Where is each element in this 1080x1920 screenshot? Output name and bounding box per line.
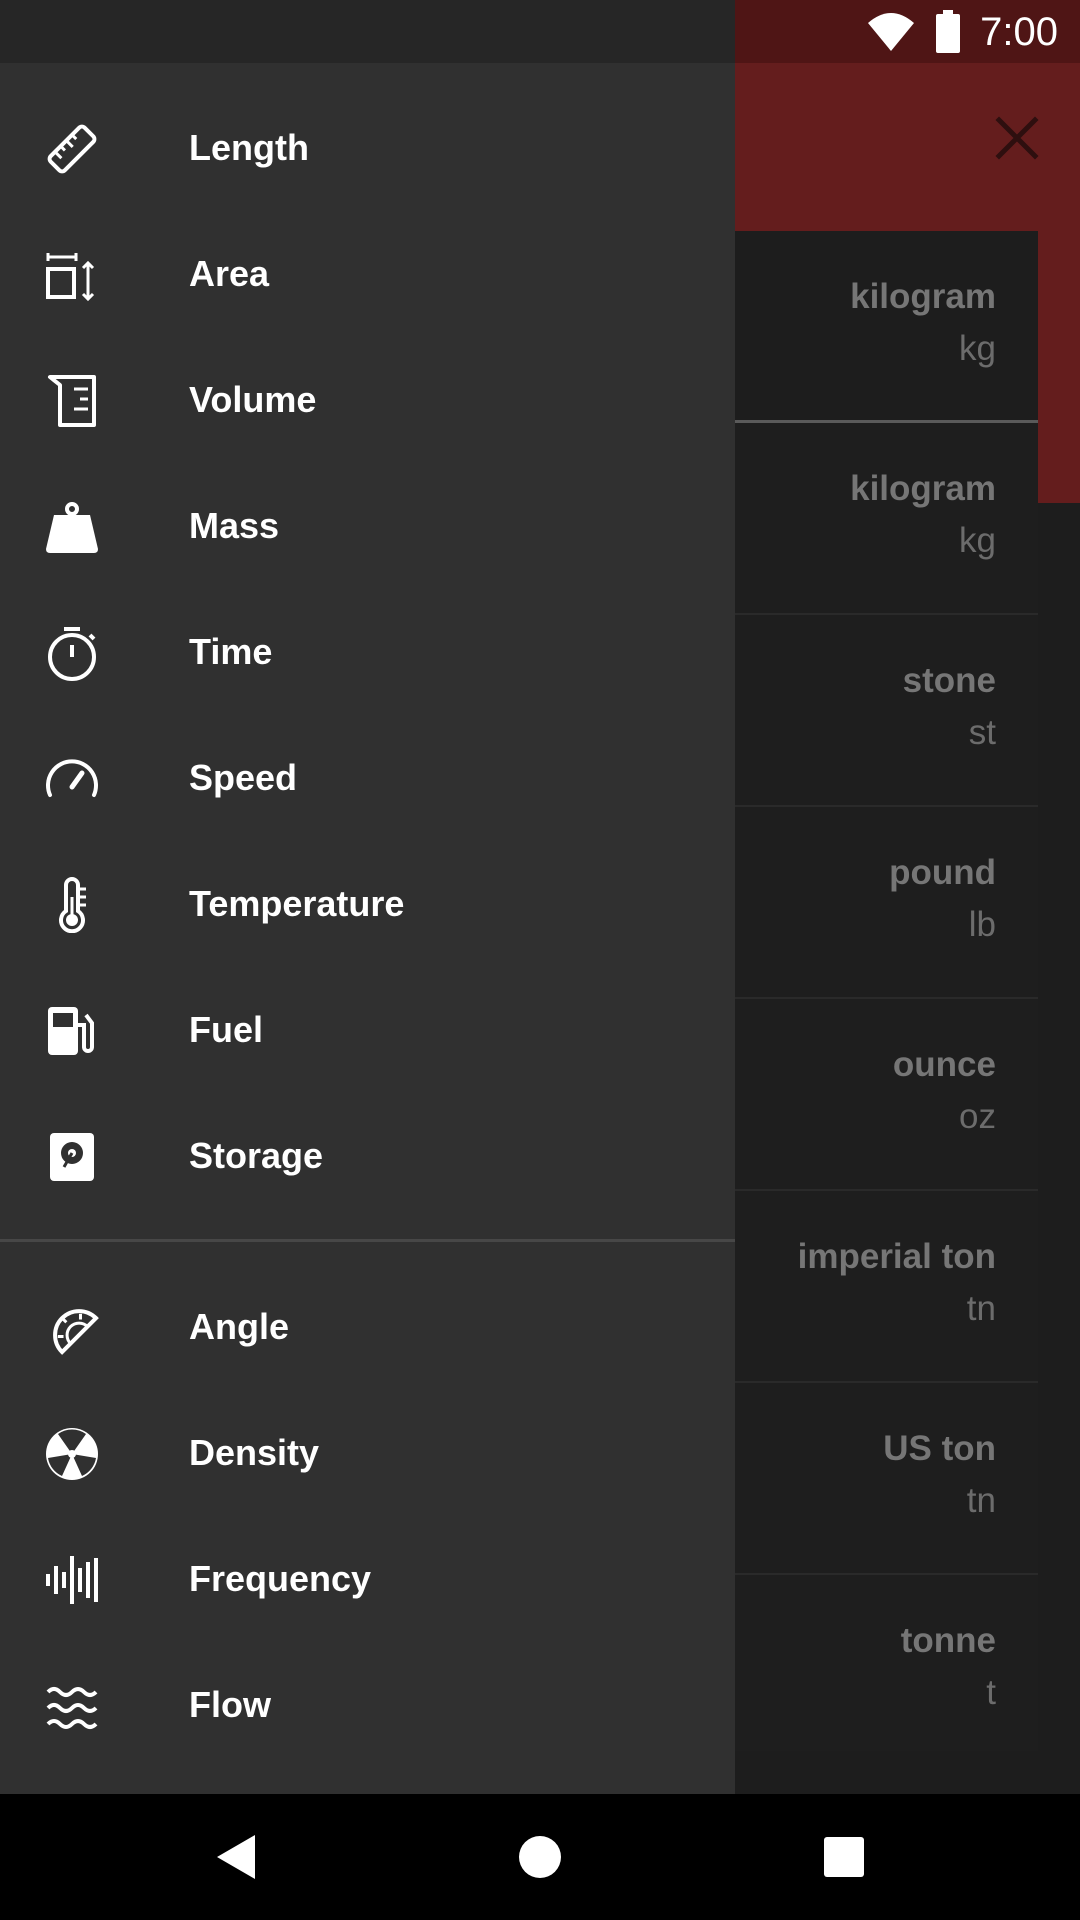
hard-drive-icon [44,1129,100,1185]
unit-abbr: st [968,713,996,752]
drawer-item-label: Time [189,631,273,672]
unit-abbr: tn [966,1481,996,1520]
drawer-status-scrim [0,0,735,63]
drawer-item-frequency[interactable]: Frequency [0,1515,735,1641]
fuel-pump-icon [44,1003,100,1059]
drawer-item-label: Mass [189,505,280,546]
area-icon [44,247,100,303]
back-icon[interactable] [203,1824,269,1890]
home-icon[interactable] [507,1824,573,1890]
drawer-item-storage[interactable]: Storage [0,1092,735,1218]
drawer-item-density[interactable]: Density [0,1389,735,1515]
unit-abbr: kg [959,521,996,560]
system-navigation-bar [0,1794,1080,1920]
battery-icon [936,10,961,53]
drawer-item-area[interactable]: Area [0,210,735,336]
drawer-item-time[interactable]: Time [0,588,735,714]
unit-name: kilogram [850,469,996,508]
close-icon[interactable] [982,103,1052,173]
unit-abbr: kg [959,329,996,368]
waves-icon [44,1678,100,1734]
drawer-item-mass[interactable]: Mass [0,462,735,588]
drawer-divider [0,1239,735,1242]
drawer-item-label: Length [189,127,309,168]
status-icons: 7:00 [866,8,1058,56]
drawer-item-temperature[interactable]: Temperature [0,840,735,966]
drawer-item-fuel[interactable]: Fuel [0,966,735,1092]
beaker-icon [44,373,100,429]
drawer-item-label: Frequency [189,1558,372,1599]
unit-abbr: oz [959,1097,996,1136]
unit-name: US ton [883,1429,996,1468]
clock: 7:00 [980,9,1058,54]
unit-name: imperial ton [797,1237,996,1276]
drawer-item-label: Temperature [189,883,405,924]
stopwatch-icon [44,625,100,681]
weight-icon [44,499,100,555]
drawer-item-label: Density [189,1432,320,1473]
drawer-item-length[interactable]: Length [0,84,735,210]
waveform-icon [44,1552,100,1608]
unit-name: ounce [892,1045,996,1084]
drawer-item-speed[interactable]: Speed [0,714,735,840]
drawer-item-label: Area [189,253,270,294]
thermometer-icon [44,877,100,933]
drawer-item-flow[interactable]: Flow [0,1641,735,1767]
navigation-drawer: Length Area Volume Mass Time Speed Tempe… [0,0,735,1794]
unit-name: kilogram [850,277,996,316]
drawer-item-label: Flow [189,1684,271,1725]
drawer-item-label: Storage [189,1135,324,1176]
drawer-item-label: Angle [189,1306,290,1347]
drawer-item-angle[interactable]: Angle [0,1263,735,1389]
wifi-icon [868,13,915,51]
recents-icon[interactable] [811,1824,877,1890]
unit-name: pound [889,853,996,892]
speedometer-icon [44,751,100,807]
unit-abbr: lb [968,905,996,944]
drawer-item-volume[interactable]: Volume [0,336,735,462]
drawer-item-label: Fuel [189,1009,264,1050]
drawer-item-label: Speed [189,757,298,798]
unit-name: tonne [900,1621,996,1660]
unit-abbr: tn [966,1289,996,1328]
protractor-icon [44,1300,100,1356]
ruler-icon [44,121,100,177]
unit-abbr: t [986,1673,996,1712]
unit-name: stone [902,661,996,700]
drawer-item-label: Volume [189,379,317,420]
density-icon [44,1426,100,1482]
